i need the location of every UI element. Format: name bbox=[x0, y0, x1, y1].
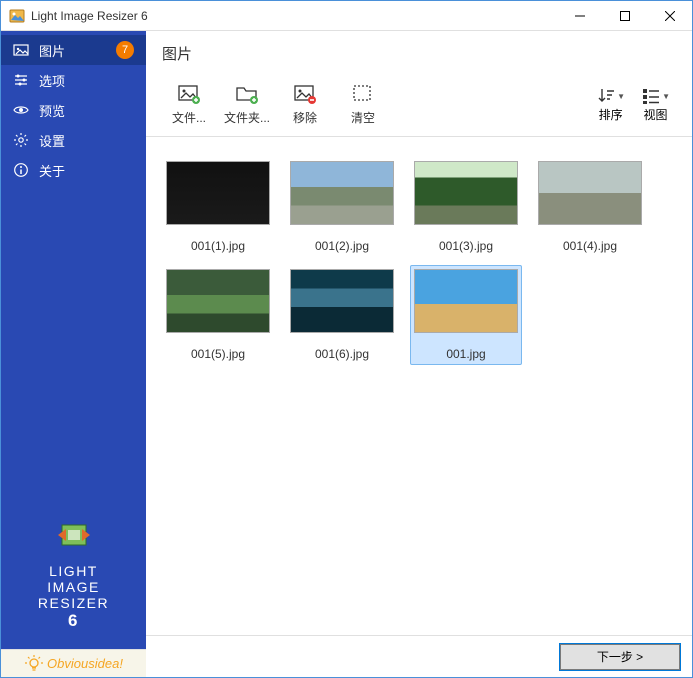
sidebar-item-label: 设置 bbox=[39, 131, 134, 150]
thumbnail-item[interactable]: 001(5).jpg bbox=[162, 265, 274, 365]
add-folder-button[interactable]: 文件夹... bbox=[220, 79, 274, 131]
thumbnail-image bbox=[414, 161, 518, 225]
app-icon bbox=[9, 8, 25, 24]
images-count-badge: 7 bbox=[116, 41, 134, 59]
vendor-brand[interactable]: Obviousidea! bbox=[1, 649, 146, 677]
thumbnail-label: 001(2).jpg bbox=[315, 239, 369, 253]
clear-icon bbox=[351, 83, 375, 105]
view-button[interactable]: ▼ 视图 bbox=[635, 82, 676, 127]
thumbnail-item[interactable]: 001(6).jpg bbox=[286, 265, 398, 365]
thumbnail-label: 001(6).jpg bbox=[315, 347, 369, 361]
info-icon bbox=[13, 162, 29, 178]
sidebar-item-settings[interactable]: 设置 bbox=[1, 125, 146, 155]
remove-icon bbox=[293, 83, 317, 105]
sort-icon bbox=[596, 86, 616, 106]
add-folder-icon bbox=[235, 83, 259, 105]
sidebar-item-label: 图片 bbox=[39, 41, 116, 60]
thumbnail-label: 001(5).jpg bbox=[191, 347, 245, 361]
next-button[interactable]: 下一步 > bbox=[560, 644, 680, 670]
main-panel: 图片 文件... 文件夹... 移除 清空 bbox=[146, 31, 692, 677]
thumbnail-item[interactable]: 001.jpg bbox=[410, 265, 522, 365]
sidebar-item-label: 选项 bbox=[39, 71, 134, 90]
toolbar: 文件... 文件夹... 移除 清空 ▼ bbox=[146, 73, 692, 137]
sidebar-nav: 图片 7 选项 预览 设置 关于 bbox=[1, 31, 146, 185]
thumbnail-image bbox=[538, 161, 642, 225]
thumbnail-image bbox=[290, 161, 394, 225]
sidebar-item-label: 预览 bbox=[39, 101, 134, 120]
view-icon bbox=[641, 86, 661, 106]
thumbnail-grid: 001(1).jpg 001(2).jpg 001(3).jpg 001(4).jpg… bbox=[162, 157, 676, 365]
titlebar-controls bbox=[557, 1, 692, 30]
thumbnail-item[interactable]: 001(2).jpg bbox=[286, 157, 398, 257]
sliders-icon bbox=[13, 72, 29, 88]
sidebar-item-about[interactable]: 关于 bbox=[1, 155, 146, 185]
app-window: Light Image Resizer 6 图片 7 选项 预览 bbox=[0, 0, 693, 678]
sort-button[interactable]: ▼ 排序 bbox=[590, 82, 631, 127]
thumbnail-label: 001(1).jpg bbox=[191, 239, 245, 253]
close-button[interactable] bbox=[647, 1, 692, 30]
thumbnail-label: 001(4).jpg bbox=[563, 239, 617, 253]
minimize-button[interactable] bbox=[557, 1, 602, 30]
gear-icon bbox=[13, 132, 29, 148]
app-logo-text: LIGHT IMAGE RESIZER 6 bbox=[1, 563, 146, 631]
maximize-button[interactable] bbox=[602, 1, 647, 30]
sidebar-item-label: 关于 bbox=[39, 161, 134, 180]
thumbnail-area[interactable]: 001(1).jpg 001(2).jpg 001(3).jpg 001(4).jpg… bbox=[146, 137, 692, 635]
chevron-down-icon: ▼ bbox=[662, 92, 670, 101]
thumbnail-image bbox=[166, 161, 270, 225]
lightbulb-icon bbox=[24, 654, 44, 674]
thumbnail-item[interactable]: 001(4).jpg bbox=[534, 157, 646, 257]
bottom-bar: 下一步 > bbox=[146, 635, 692, 677]
sidebar-item-options[interactable]: 选项 bbox=[1, 65, 146, 95]
thumbnail-item[interactable]: 001(1).jpg bbox=[162, 157, 274, 257]
remove-button[interactable]: 移除 bbox=[278, 79, 332, 131]
app-body: 图片 7 选项 预览 设置 关于 bbox=[1, 31, 692, 677]
page-title: 图片 bbox=[146, 31, 692, 73]
window-title: Light Image Resizer 6 bbox=[31, 9, 557, 23]
images-icon bbox=[13, 42, 29, 58]
add-file-icon bbox=[177, 83, 201, 105]
sidebar-logo: LIGHT IMAGE RESIZER 6 bbox=[1, 515, 146, 649]
thumbnail-image bbox=[290, 269, 394, 333]
sidebar-item-preview[interactable]: 预览 bbox=[1, 95, 146, 125]
thumbnail-item[interactable]: 001(3).jpg bbox=[410, 157, 522, 257]
clear-button[interactable]: 清空 bbox=[336, 79, 390, 131]
app-logo-icon bbox=[54, 515, 94, 555]
titlebar[interactable]: Light Image Resizer 6 bbox=[1, 1, 692, 31]
sidebar-item-images[interactable]: 图片 7 bbox=[1, 35, 146, 65]
chevron-down-icon: ▼ bbox=[617, 92, 625, 101]
eye-icon bbox=[13, 102, 29, 118]
thumbnail-label: 001(3).jpg bbox=[439, 239, 493, 253]
add-file-button[interactable]: 文件... bbox=[162, 79, 216, 131]
thumbnail-image bbox=[414, 269, 518, 333]
sidebar: 图片 7 选项 预览 设置 关于 bbox=[1, 31, 146, 677]
thumbnail-image bbox=[166, 269, 270, 333]
thumbnail-label: 001.jpg bbox=[446, 347, 485, 361]
